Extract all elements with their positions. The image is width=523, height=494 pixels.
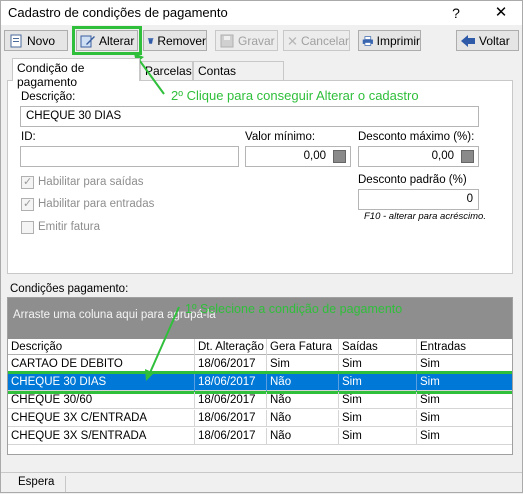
arrowhead-icon: [145, 369, 154, 381]
arrow-to-alterar: [136, 56, 165, 95]
status-bar: Espera: [1, 472, 522, 492]
tab-condicao-pagamento[interactable]: Condição de pagamento: [12, 58, 140, 89]
arrow-to-row: [148, 306, 180, 376]
status-text: Espera: [6, 476, 66, 492]
window: Cadastro de condições de pagamento ? ✕ N…: [0, 0, 523, 493]
grid-scrollbar[interactable]: [513, 297, 521, 455]
